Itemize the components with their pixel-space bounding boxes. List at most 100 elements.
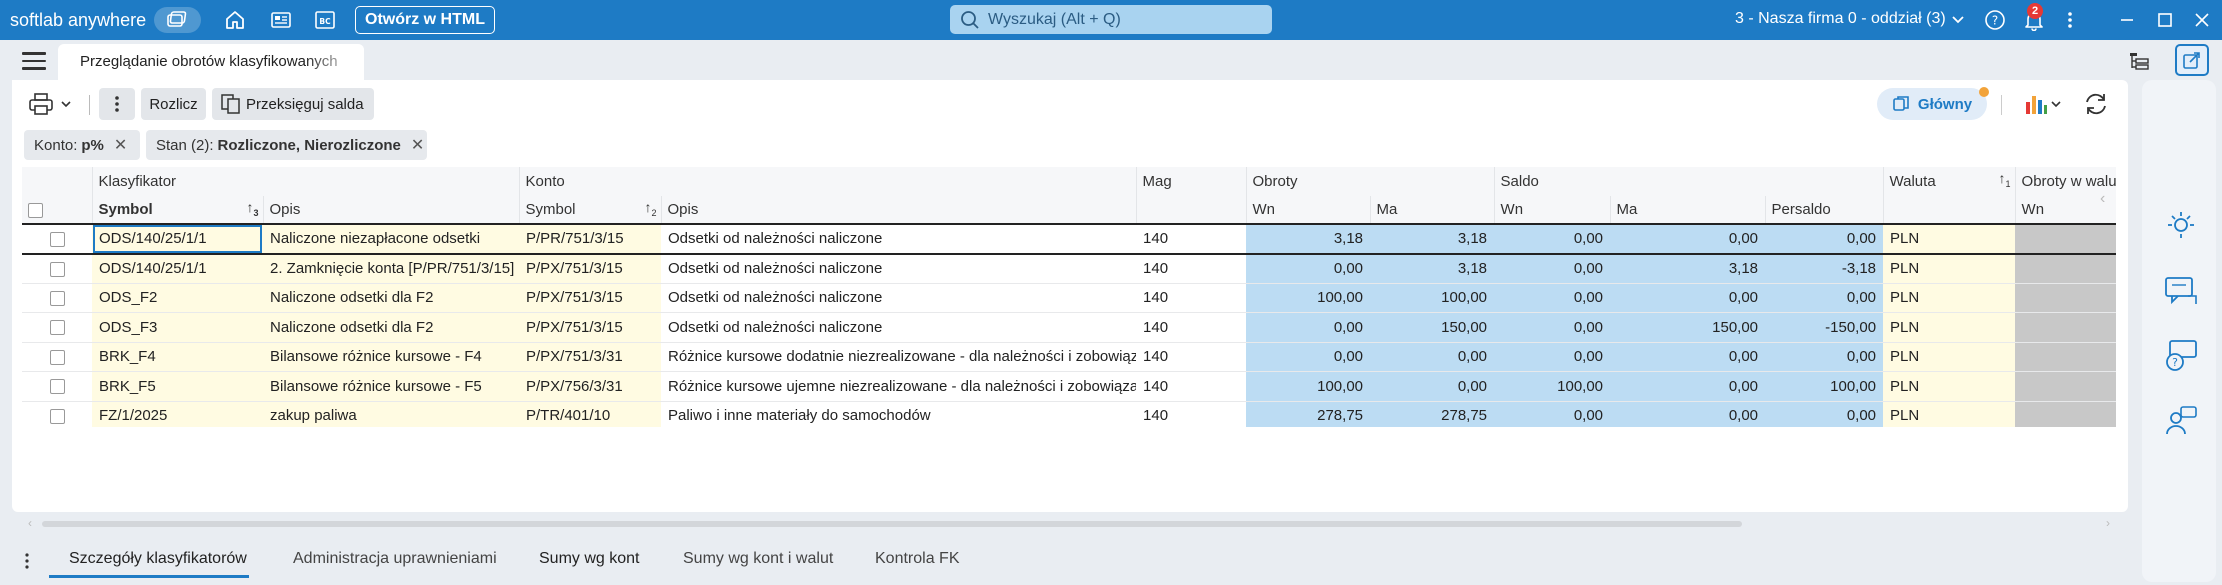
cell-ma[interactable]: 150,00 <box>1370 312 1495 343</box>
cell-saldo-wn[interactable]: 0,00 <box>1494 223 1611 255</box>
more-menu-button[interactable] <box>2058 8 2082 32</box>
cell-waluta[interactable]: PLN <box>1883 223 2016 255</box>
cell-opis[interactable]: zakup paliwa <box>263 401 519 427</box>
apps-switcher-button[interactable] <box>154 7 201 33</box>
cell-konto-symbol[interactable]: P/PX/751/3/15 <box>519 312 661 343</box>
row-checkbox[interactable] <box>22 312 92 343</box>
cell-wn[interactable]: 0,00 <box>1246 253 1371 284</box>
column-header-saldo-wn[interactable]: Wn <box>1493 196 1611 225</box>
maximize-button[interactable] <box>2153 8 2177 32</box>
cell-konto-opis[interactable]: Odsetki od należności naliczone <box>661 253 1137 284</box>
table-row[interactable]: BRK_F5 Bilansowe różnice kursowe - F5 P/PX… <box>22 371 2116 402</box>
column-header-konto-opis[interactable]: Opis <box>660 196 1137 225</box>
cell-mag[interactable]: 140 <box>1136 342 1247 372</box>
cell-waluta[interactable]: PLN <box>1883 401 2016 427</box>
folder-tree-icon[interactable] <box>2128 50 2150 72</box>
cell-wn[interactable]: 0,00 <box>1246 312 1371 343</box>
column-header-konto-symbol[interactable]: Symbol ↑2 <box>518 196 661 225</box>
cell-persaldo[interactable]: -3,18 <box>1765 253 1884 284</box>
cell-opis[interactable]: Bilansowe różnice kursowe - F4 <box>263 342 519 372</box>
cell-wn[interactable]: 3,18 <box>1246 223 1371 255</box>
table-row[interactable]: ODS_F2 Naliczone odsetki dla F2 P/PX/751/3… <box>22 283 2116 313</box>
table-row[interactable]: BRK_F4 Bilansowe różnice kursowe - F4 P/PX… <box>22 342 2116 372</box>
cell-konto-symbol[interactable]: P/PX/751/3/15 <box>519 253 661 284</box>
cell-waluta-wn[interactable] <box>2015 223 2116 255</box>
column-header-mag[interactable] <box>1135 196 1247 225</box>
cell-saldo-ma[interactable]: 0,00 <box>1610 371 1766 402</box>
cell-waluta-wn[interactable] <box>2015 312 2116 343</box>
table-row[interactable]: ODS/140/25/1/1 2. Zamknięcie konta [P/PR/… <box>22 253 2116 284</box>
column-header-waluta[interactable] <box>1882 196 2016 225</box>
select-all-checkbox[interactable] <box>22 196 92 225</box>
cell-ma[interactable]: 3,18 <box>1370 253 1495 284</box>
chevron-left-icon[interactable]: ‹ <box>2100 190 2105 208</box>
cell-mag[interactable]: 140 <box>1136 401 1247 427</box>
cell-saldo-ma[interactable]: 0,00 <box>1610 223 1766 255</box>
tab-sumy-wg-kont[interactable]: Sumy wg kont <box>539 550 639 568</box>
main-menu-button[interactable] <box>22 52 46 70</box>
cell-persaldo[interactable]: -150,00 <box>1765 312 1884 343</box>
remove-filter-icon[interactable]: ✕ <box>114 135 127 155</box>
cell-mag[interactable]: 140 <box>1136 223 1247 255</box>
column-header-persaldo[interactable]: Persaldo <box>1764 196 1884 225</box>
cell-persaldo[interactable]: 0,00 <box>1765 342 1884 372</box>
cell-saldo-ma[interactable]: 0,00 <box>1610 283 1766 313</box>
cell-saldo-ma[interactable]: 3,18 <box>1610 253 1766 284</box>
sort-asc-icon[interactable]: ↑1 <box>1999 170 2011 189</box>
cell-persaldo[interactable]: 0,00 <box>1765 401 1884 427</box>
cell-wn[interactable]: 278,75 <box>1246 401 1371 427</box>
cell-saldo-wn[interactable]: 0,00 <box>1494 253 1611 284</box>
column-header-opis[interactable]: Opis <box>262 196 519 225</box>
cell-waluta[interactable]: PLN <box>1883 253 2016 284</box>
cell-waluta[interactable]: PLN <box>1883 342 2016 372</box>
bc-button[interactable]: BC <box>314 9 336 31</box>
support-person-icon[interactable] <box>2164 404 2198 438</box>
tab-administracja-uprawnieniami[interactable]: Administracja uprawnieniami <box>293 550 497 568</box>
column-header-wn[interactable]: Wn <box>1245 196 1371 225</box>
cell-persaldo[interactable]: 0,00 <box>1765 223 1884 255</box>
cell-symbol[interactable]: BRK_F5 <box>92 371 263 402</box>
cell-saldo-wn[interactable]: 0,00 <box>1494 283 1611 313</box>
help-chat-icon[interactable]: ? <box>2164 338 2198 372</box>
table-row[interactable]: ODS_F3 Naliczone odsetki dla F2 P/PX/751/3… <box>22 312 2116 343</box>
more-vertical-icon[interactable] <box>24 552 30 570</box>
cell-opis[interactable]: Naliczone odsetki dla F2 <box>263 283 519 313</box>
column-header-saldo-ma[interactable]: Ma <box>1609 196 1766 225</box>
bar-chart-icon[interactable] <box>2024 92 2048 116</box>
cell-symbol[interactable]: ODS/140/25/1/1 <box>92 253 263 284</box>
open-html-button[interactable]: Otwórz w HTML <box>355 6 495 34</box>
cell-ma[interactable]: 3,18 <box>1370 223 1495 255</box>
column-header-ma[interactable]: Ma <box>1369 196 1495 225</box>
cell-saldo-wn[interactable]: 0,00 <box>1494 312 1611 343</box>
filter-chip-stan[interactable]: Stan (2): Rozliczone, Nierozliczone ✕ <box>146 130 427 160</box>
remove-filter-icon[interactable]: ✕ <box>411 135 424 155</box>
cell-saldo-wn[interactable]: 0,00 <box>1494 342 1611 372</box>
cell-saldo-ma[interactable]: 0,00 <box>1610 401 1766 427</box>
row-checkbox[interactable] <box>22 253 92 284</box>
tab-sumy-wg-kont-i-walut[interactable]: Sumy wg kont i walut <box>683 550 833 568</box>
cell-konto-symbol[interactable]: P/TR/401/10 <box>519 401 661 427</box>
cell-symbol[interactable]: ODS_F3 <box>92 312 263 343</box>
sort-asc-icon[interactable]: ↑2 <box>644 199 656 218</box>
row-checkbox[interactable] <box>22 223 92 255</box>
cell-opis[interactable]: Naliczone niezapłacone odsetki <box>263 223 519 255</box>
przeksieguj-salda-button[interactable]: Przeksięguj salda <box>212 88 374 120</box>
chevron-down-icon[interactable] <box>2050 98 2062 110</box>
search-box[interactable]: Wyszukaj (Alt + Q) <box>950 5 1272 34</box>
lightbulb-icon[interactable] <box>2166 210 2196 240</box>
cell-waluta-wn[interactable] <box>2015 371 2116 402</box>
cell-konto-symbol[interactable]: P/PR/751/3/15 <box>519 223 661 255</box>
cell-ma[interactable]: 0,00 <box>1370 371 1495 402</box>
cell-saldo-wn[interactable]: 100,00 <box>1494 371 1611 402</box>
cell-waluta-wn[interactable] <box>2015 253 2116 284</box>
company-selector[interactable]: 3 - Nasza firma 0 - oddział (3) <box>1735 10 1946 28</box>
cell-konto-opis[interactable]: Różnice kursowe ujemne niezrealizowane -… <box>661 371 1137 402</box>
cell-symbol[interactable]: BRK_F4 <box>92 342 263 372</box>
cell-konto-symbol[interactable]: P/PX/751/3/31 <box>519 342 661 372</box>
cell-waluta[interactable]: PLN <box>1883 371 2016 402</box>
cell-wn[interactable]: 100,00 <box>1246 283 1371 313</box>
cell-konto-opis[interactable]: Różnice kursowe dodatnie niezrealizowane… <box>661 342 1137 372</box>
glowny-view-button[interactable]: Główny <box>1877 87 1989 120</box>
column-header-symbol[interactable]: Symbol ↑3 <box>91 196 263 225</box>
cell-konto-symbol[interactable]: P/PX/751/3/15 <box>519 283 661 313</box>
